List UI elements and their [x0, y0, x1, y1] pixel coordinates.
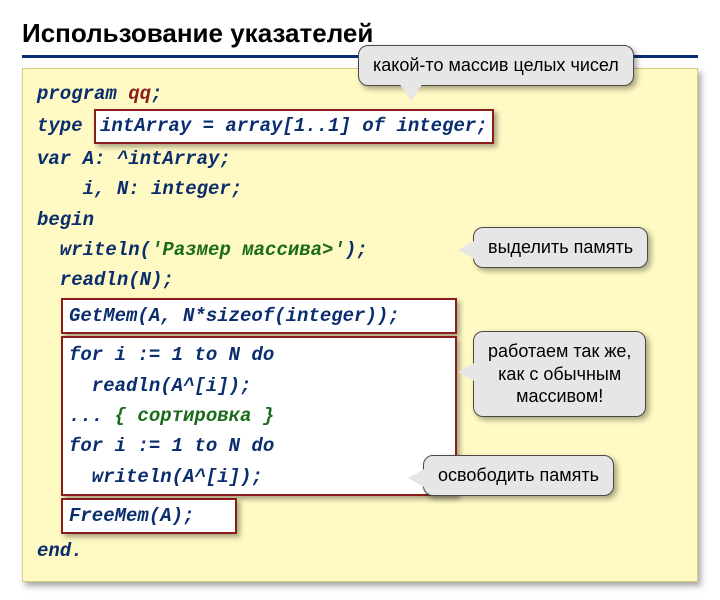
callout-text: выделить память [488, 237, 633, 257]
callout-text: как с обычным [498, 364, 621, 384]
string-literal: 'Размер массива>' [151, 239, 345, 261]
callout-usage: работаем так же, как с обычным массивом! [473, 331, 646, 417]
code-block: program qq; type intArray = array[1..1] … [22, 68, 698, 582]
callout-text: освободить память [438, 465, 599, 485]
callout-free: освободить память [423, 455, 614, 496]
code-line: for i := 1 to N do [69, 340, 449, 370]
code-line: ... { сортировка } [69, 401, 449, 431]
fn-writeln: writeln( [37, 239, 151, 261]
semicolon: ; [151, 83, 162, 105]
code-line: i, N: integer; [37, 174, 683, 204]
callout-allocate: выделить память [473, 227, 648, 268]
code-line: readln(N); [37, 265, 683, 295]
highlight-getmem: GetMem(A, N*sizeof(integer)); [61, 298, 457, 334]
code-line: writeln(A^[i]); [69, 462, 449, 492]
callout-text: массивом! [516, 386, 603, 406]
code-line: for i := 1 to N do [69, 431, 449, 461]
code-line: end. [37, 536, 683, 566]
callout-text: какой-то массив целых чисел [373, 55, 619, 75]
callout-text: работаем так же, [488, 341, 631, 361]
comment: { сортировка } [115, 405, 275, 427]
code-line: readln(A^[i]); [69, 371, 449, 401]
kw-program: program [37, 83, 128, 105]
paren-close: ); [345, 239, 368, 261]
callout-arraytype: какой-то массив целых чисел [358, 45, 634, 86]
ident-qq: qq [128, 83, 151, 105]
code-line: var A: ^intArray; [37, 144, 683, 174]
ellipsis: ... [69, 405, 115, 427]
highlight-freemem: FreeMem(A); [61, 498, 237, 534]
highlight-loop-block: for i := 1 to N do readln(A^[i]); ... { … [61, 336, 457, 496]
highlight-typedef: intArray = array[1..1] of integer; [94, 109, 494, 143]
kw-type: type [37, 115, 94, 137]
code-line: type intArray = array[1..1] of integer; [37, 109, 683, 143]
